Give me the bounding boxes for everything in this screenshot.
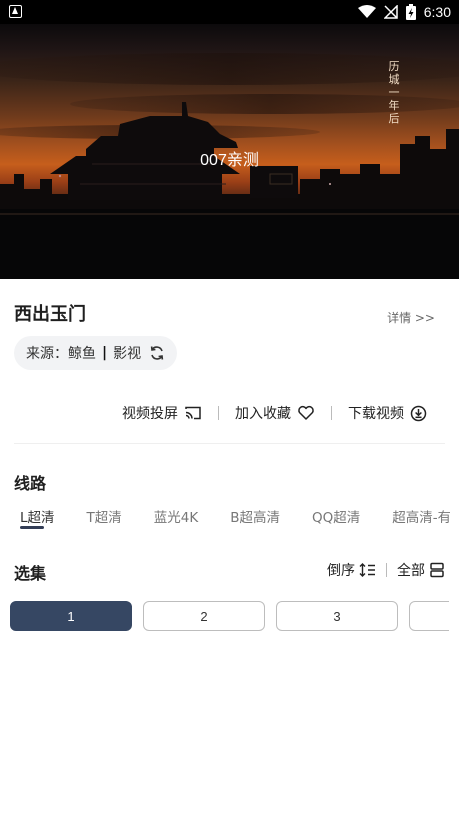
status-time: 6:30 — [423, 4, 451, 20]
source-separator: | — [102, 345, 108, 361]
favorite-button[interactable]: 加入收藏 — [235, 403, 315, 423]
source-prefix: 来源： — [26, 346, 68, 362]
episode-list: 1 2 3 — [10, 601, 449, 632]
video-player[interactable]: 历城一年后 007亲测 — [0, 24, 459, 279]
routes-heading: 线路 — [14, 474, 47, 493]
route-tab[interactable]: B超高清 — [224, 506, 286, 532]
route-tabs: L超清 T超清 蓝光4K B超高清 QQ超清 超高清-有 — [14, 506, 450, 532]
source-category: 影视 — [113, 346, 142, 362]
download-label: 下载视频 — [348, 406, 404, 422]
status-icons: 6:30 — [357, 3, 451, 21]
route-tab[interactable]: 超高清-有 — [386, 506, 450, 532]
route-tab[interactable]: L超清 — [14, 506, 61, 532]
cast-icon — [185, 406, 201, 420]
source-name: 鲸鱼 — [68, 346, 96, 362]
heart-icon — [298, 405, 314, 420]
poster-calligraphy: 历城一年后 — [388, 60, 400, 125]
cast-label: 视频投屏 — [122, 406, 178, 422]
episodes-heading: 选集 — [14, 564, 47, 583]
wifi-icon — [357, 5, 376, 18]
all-episodes-button[interactable]: 全部 — [397, 560, 445, 580]
route-tab[interactable]: 蓝光4K — [148, 506, 204, 532]
notification-icon — [9, 5, 22, 18]
sort-button[interactable]: 倒序 — [327, 560, 376, 580]
no-signal-icon — [383, 5, 398, 19]
section-divider — [14, 443, 445, 444]
battery-charging-icon — [405, 4, 416, 20]
sort-icon — [359, 563, 375, 577]
control-divider — [386, 563, 387, 577]
episode-button[interactable]: 1 — [10, 601, 132, 631]
action-bar: 视频投屏 加入收藏 下载视频 — [122, 402, 427, 424]
route-tab[interactable]: T超清 — [81, 506, 128, 532]
episode-button[interactable]: 3 — [276, 601, 398, 631]
refresh-icon[interactable] — [149, 345, 165, 361]
sort-label: 倒序 — [327, 563, 355, 579]
status-bar: 6:30 — [0, 0, 459, 24]
video-title: 西出玉门 — [14, 304, 86, 325]
episode-button[interactable]: 2 — [143, 601, 265, 631]
grid-icon — [430, 562, 444, 578]
episode-button[interactable] — [409, 601, 449, 631]
route-tab[interactable]: QQ超清 — [306, 506, 366, 532]
download-button[interactable]: 下载视频 — [348, 403, 427, 423]
cast-button[interactable]: 视频投屏 — [122, 403, 202, 423]
all-label: 全部 — [397, 563, 425, 579]
download-icon — [410, 405, 427, 421]
source-chip[interactable]: 来源： 鲸鱼 | 影视 — [14, 336, 178, 370]
episode-controls: 倒序 全部 — [327, 560, 445, 580]
details-link[interactable]: 详情 >> — [387, 309, 435, 326]
video-overlay-title: 007亲测 — [200, 152, 259, 169]
action-divider — [218, 406, 219, 420]
action-divider — [331, 406, 332, 420]
favorite-label: 加入收藏 — [235, 406, 291, 422]
